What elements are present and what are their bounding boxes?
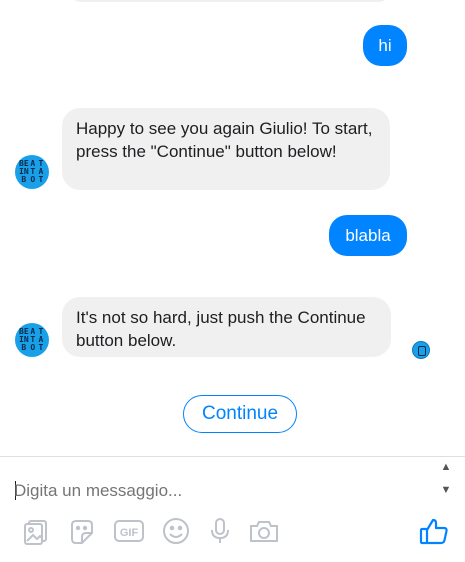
bot-logo: BE A T IN T A B O T [19, 327, 44, 352]
composer-divider [0, 456, 465, 457]
photo-icon[interactable] [20, 515, 52, 547]
incoming-message: Happy to see you again Giulio! To start,… [62, 108, 390, 190]
incoming-message: It's not so hard, just push the Continue… [62, 297, 391, 357]
camera-icon[interactable] [248, 515, 280, 547]
message-text: Happy to see you again Giulio! To start,… [76, 119, 373, 161]
outgoing-message: blabla [329, 215, 407, 256]
message-text: hi [378, 36, 392, 55]
bot-avatar: BE A T IN T A B O T [15, 155, 49, 189]
emoji-icon[interactable] [160, 515, 192, 547]
message-thread: hi BE A T IN T A B O T Happy to see you again Gi… [0, 0, 465, 456]
bot-avatar: BE A T IN T A B O T [15, 323, 49, 357]
message-input[interactable] [14, 479, 434, 503]
message-text: It's not so hard, just push the Continue… [76, 308, 366, 350]
gif-label: GIF [120, 527, 139, 539]
microphone-icon[interactable] [204, 515, 236, 547]
scroll-down-arrow[interactable]: ▼ [436, 481, 456, 499]
continue-quick-reply-button[interactable]: Continue [183, 395, 297, 433]
previous-message-bubble [70, 0, 390, 2]
read-receipt-avatar [412, 341, 430, 359]
gif-icon[interactable]: GIF [113, 515, 145, 547]
outgoing-message: hi [363, 25, 407, 66]
message-text: blabla [345, 226, 391, 245]
scroll-up-arrow[interactable]: ▲ [436, 458, 456, 476]
sticker-icon[interactable] [66, 515, 98, 547]
like-icon[interactable] [418, 515, 450, 547]
bot-logo: BE A T IN T A B O T [19, 159, 44, 184]
